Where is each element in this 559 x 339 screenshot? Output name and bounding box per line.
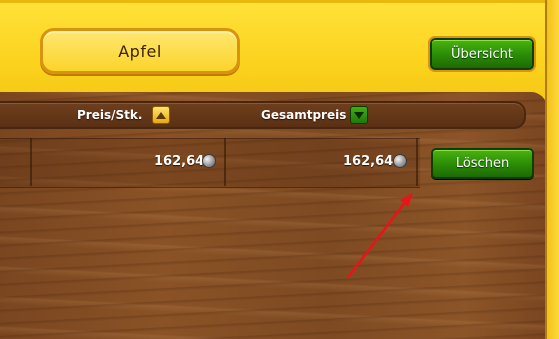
unit-price-value: 162,64 <box>154 154 205 169</box>
column-divider <box>416 138 418 186</box>
header-edge <box>0 0 559 3</box>
overview-button[interactable]: Übersicht <box>428 36 536 72</box>
product-name-box: Apfel <box>40 28 240 74</box>
right-frame <box>545 0 559 339</box>
silver-coin-icon <box>393 154 407 168</box>
triangle-up-icon <box>156 111 166 119</box>
column-header-unit-price: Preis/Stk. <box>77 108 143 122</box>
silver-coin-icon <box>202 154 216 168</box>
product-name: Apfel <box>118 41 162 61</box>
wood-panel <box>0 92 547 339</box>
delete-button[interactable]: Löschen <box>431 148 534 179</box>
column-header-total-price: Gesamtpreis <box>261 108 347 122</box>
sort-ascending-button[interactable] <box>152 106 170 124</box>
column-divider <box>224 138 226 186</box>
triangle-down-icon <box>354 111 364 119</box>
sort-descending-button[interactable] <box>350 106 368 124</box>
total-price-value: 162,64 <box>343 154 394 169</box>
column-divider <box>30 138 32 186</box>
